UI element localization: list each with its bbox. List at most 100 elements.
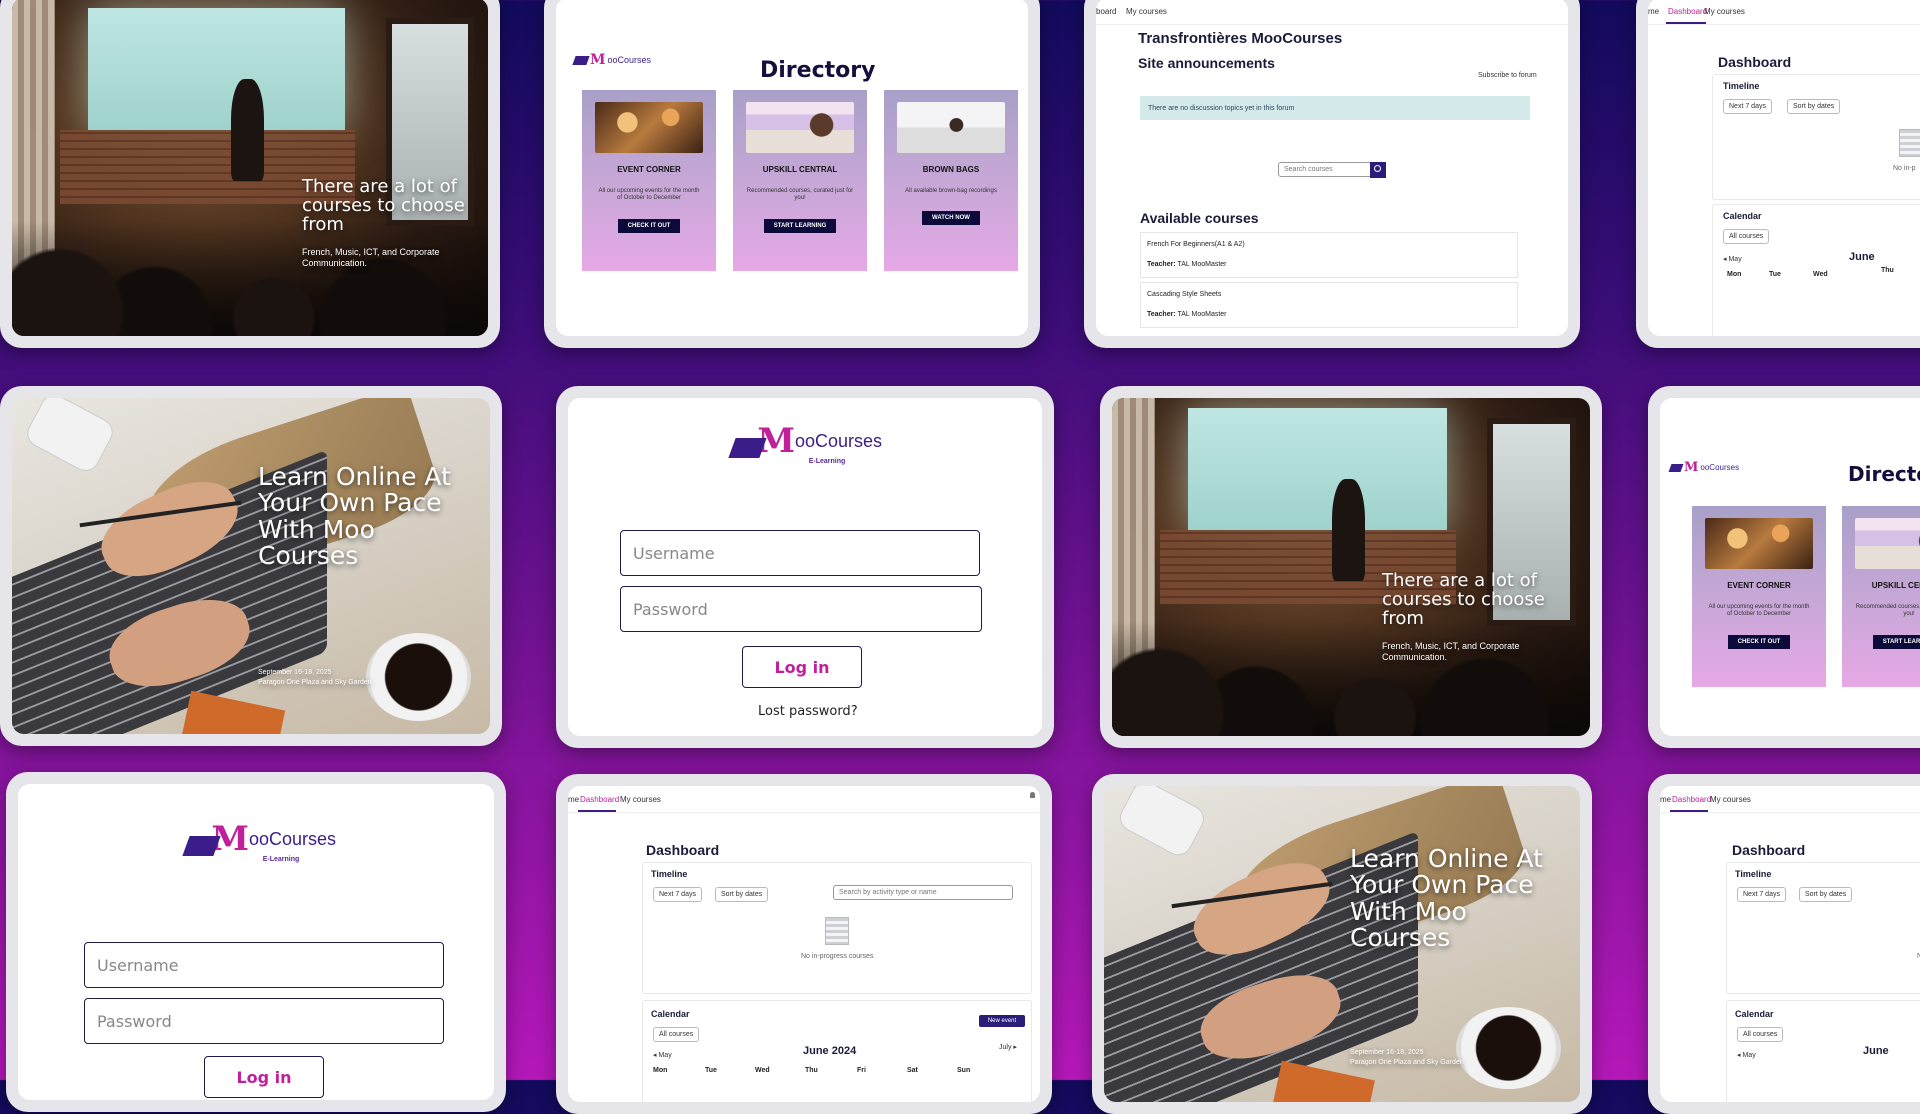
stage-headline: There are a lot of courses to choose fro…: [302, 176, 465, 235]
directory-screen: MooCourses Directory EVENT CORNER All ou…: [556, 0, 1028, 336]
moocourses-logo: M ooCourses E-Learning: [182, 822, 336, 863]
event-photo: [1705, 518, 1813, 569]
prev-month-link[interactable]: ◂ May: [653, 1051, 672, 1059]
timeline-block: Timeline Next 7 days Sort by dates No in…: [1712, 74, 1920, 200]
page-title: Dashboard: [1732, 842, 1806, 858]
slide-desk-bottom: Learn Online At Your Own Pace With Moo C…: [1092, 774, 1592, 1114]
page-title: Dashboard: [1718, 54, 1792, 70]
search-button[interactable]: [1370, 162, 1386, 178]
timeline-days-select[interactable]: Next 7 days: [1737, 887, 1786, 902]
password-field[interactable]: Password: [84, 998, 444, 1044]
dashboard-screen: me Dashboard My courses Dashboard Timeli…: [1660, 786, 1920, 1102]
page-title: Dashboard: [646, 842, 720, 858]
nav-my-courses[interactable]: My courses: [1710, 795, 1751, 804]
subscribe-link[interactable]: Subscribe to forum: [1478, 72, 1537, 79]
calendar-month: June 2024: [803, 1045, 857, 1057]
nav-dashboard[interactable]: board: [1096, 7, 1116, 16]
slide-dashboard-top: me Dashboard My courses Dashboard Timeli…: [1636, 0, 1920, 348]
timeline-block: Timeline Next 7 days Sort by dates Searc…: [642, 862, 1032, 994]
empty-courses-icon: [825, 917, 849, 945]
calendar-course-select[interactable]: All courses: [1737, 1027, 1784, 1042]
stage-subtext: French, Music, ICT, and Corporate Commun…: [1382, 640, 1520, 663]
watch-now-button[interactable]: WATCH NOW: [922, 211, 980, 226]
timeline-sort-select[interactable]: Sort by dates: [1787, 99, 1841, 114]
moocourses-logo-small: MooCourses: [572, 52, 651, 68]
nav-my-courses[interactable]: My courses: [1126, 7, 1167, 16]
stage-photo: There are a lot of courses to choose fro…: [12, 0, 488, 336]
card-brown-bags: BROWN BAGS All available brown-bag recor…: [884, 90, 1018, 271]
stage-subtext: French, Music, ICT, and Corporate Commun…: [302, 246, 440, 269]
timeline-block: Timeline Next 7 days Sort by dates No in…: [1726, 862, 1920, 994]
slide-desk-middle: Learn Online At Your Own Pace With Moo C…: [0, 386, 502, 746]
check-it-out-button[interactable]: CHECK IT OUT: [1727, 634, 1791, 649]
directory-title: Directory: [1848, 462, 1920, 486]
timeline-sort-select[interactable]: Sort by dates: [1799, 887, 1853, 902]
login-button[interactable]: Log in: [204, 1056, 324, 1098]
calendar-course-select[interactable]: All courses: [653, 1027, 700, 1042]
dashboard-screen: me Dashboard My courses Dashboard Timeli…: [1648, 0, 1920, 336]
directory-screen: MooCourses Directory EVENT CORNER All ou…: [1660, 398, 1920, 736]
password-field[interactable]: Password: [620, 586, 982, 632]
calendar-course-select[interactable]: All courses: [1723, 229, 1770, 244]
available-courses-heading: Available courses: [1140, 210, 1259, 226]
calendar-block: Calendar All courses ◂ May June: [1726, 1000, 1920, 1102]
next-month-link[interactable]: July ▸: [999, 1043, 1017, 1051]
section-title: Site announcements: [1138, 55, 1275, 71]
slide-dashboard-bottom: me Dashboard My courses Dashboard Timeli…: [556, 774, 1052, 1114]
calendar-block: Calendar All courses New event July ▸ ◂ …: [642, 1000, 1032, 1102]
slide-stage-top: There are a lot of courses to choose fro…: [0, 0, 500, 348]
nav-my-courses[interactable]: My courses: [1704, 7, 1745, 16]
card-event-corner: EVENT CORNER All our upcoming events for…: [1692, 506, 1826, 687]
course-item[interactable]: French For Beginners(A1 & A2) Teacher: T…: [1140, 232, 1518, 278]
card-event-corner: EVENT CORNER All our upcoming events for…: [582, 90, 716, 271]
timeline-days-select[interactable]: Next 7 days: [653, 887, 702, 902]
nav-dashboard[interactable]: Dashboard: [1668, 7, 1707, 16]
event-photo: [595, 102, 703, 153]
desk-headline: Learn Online At Your Own Pace With Moo C…: [1350, 844, 1543, 952]
nav-dashboard[interactable]: Dashboard: [1672, 795, 1711, 804]
nav-dashboard[interactable]: Dashboard: [580, 795, 619, 804]
event-date: September 16-18, 2025: [1350, 1049, 1424, 1056]
prev-month-link[interactable]: ◂ May: [1723, 255, 1742, 263]
stage-photo: There are a lot of courses to choose fro…: [1112, 398, 1590, 736]
search-courses-input[interactable]: Search courses: [1278, 162, 1374, 177]
start-learning-button[interactable]: START LEARNING: [763, 218, 837, 233]
bell-icon[interactable]: [1030, 792, 1035, 798]
timeline-days-select[interactable]: Next 7 days: [1723, 99, 1772, 114]
timeline-search-input[interactable]: Search by activity type or name: [833, 885, 1013, 900]
timeline-sort-select[interactable]: Sort by dates: [715, 887, 769, 902]
slide-directory-top: MooCourses Directory EVENT CORNER All ou…: [544, 0, 1040, 348]
slide-stage-middle: There are a lot of courses to choose fro…: [1100, 386, 1602, 748]
nav-my-courses[interactable]: My courses: [620, 795, 661, 804]
new-event-button[interactable]: New event: [979, 1015, 1025, 1027]
dashboard-screen: me Dashboard My courses Dashboard Timeli…: [568, 786, 1040, 1102]
lost-password-link[interactable]: Lost password?: [758, 704, 858, 719]
event-venue: Paragon One Plaza and Sky Garden: [258, 678, 372, 686]
username-field[interactable]: Username: [620, 530, 980, 576]
upskill-photo: [746, 102, 854, 153]
desk-headline: Learn Online At Your Own Pace With Moo C…: [258, 462, 451, 570]
upskill-photo: [1855, 518, 1920, 569]
graduation-cap-icon: [572, 55, 590, 65]
top-nav: me Dashboard My courses: [568, 786, 1040, 813]
top-nav: me Dashboard My courses: [1660, 786, 1920, 813]
stage-headline: There are a lot of courses to choose fro…: [1382, 570, 1545, 629]
login-button[interactable]: Log in: [742, 646, 862, 688]
prev-month-link[interactable]: ◂ May: [1737, 1051, 1756, 1059]
graduation-cap-icon: [1668, 463, 1684, 472]
check-it-out-button[interactable]: CHECK IT OUT: [617, 218, 681, 233]
card-upskill-central: UPSKILL CENTRAL Recommended courses, cur…: [1842, 506, 1920, 687]
directory-title: Directory: [760, 58, 876, 83]
course-item[interactable]: Cascading Style Sheets Teacher: TAL MooM…: [1140, 282, 1518, 328]
slide-dashboard-bottom-right: me Dashboard My courses Dashboard Timeli…: [1648, 774, 1920, 1114]
username-field[interactable]: Username: [84, 942, 444, 988]
top-nav: me Dashboard My courses: [1648, 0, 1920, 25]
calendar-block: Calendar All courses ◂ May June Mon Tue …: [1712, 204, 1920, 336]
announcements-screen: board My courses Transfrontières MooCour…: [1096, 0, 1568, 336]
start-learning-button[interactable]: START LEARNING: [1872, 634, 1920, 649]
slide-directory-middle: MooCourses Directory EVENT CORNER All ou…: [1648, 386, 1920, 748]
login-screen: M ooCourses E-Learning Username Password…: [18, 784, 494, 1100]
site-name: Transfrontières MooCourses: [1138, 30, 1343, 47]
search-icon: [1374, 165, 1381, 172]
moocourses-logo-small: MooCourses: [1668, 460, 1739, 475]
